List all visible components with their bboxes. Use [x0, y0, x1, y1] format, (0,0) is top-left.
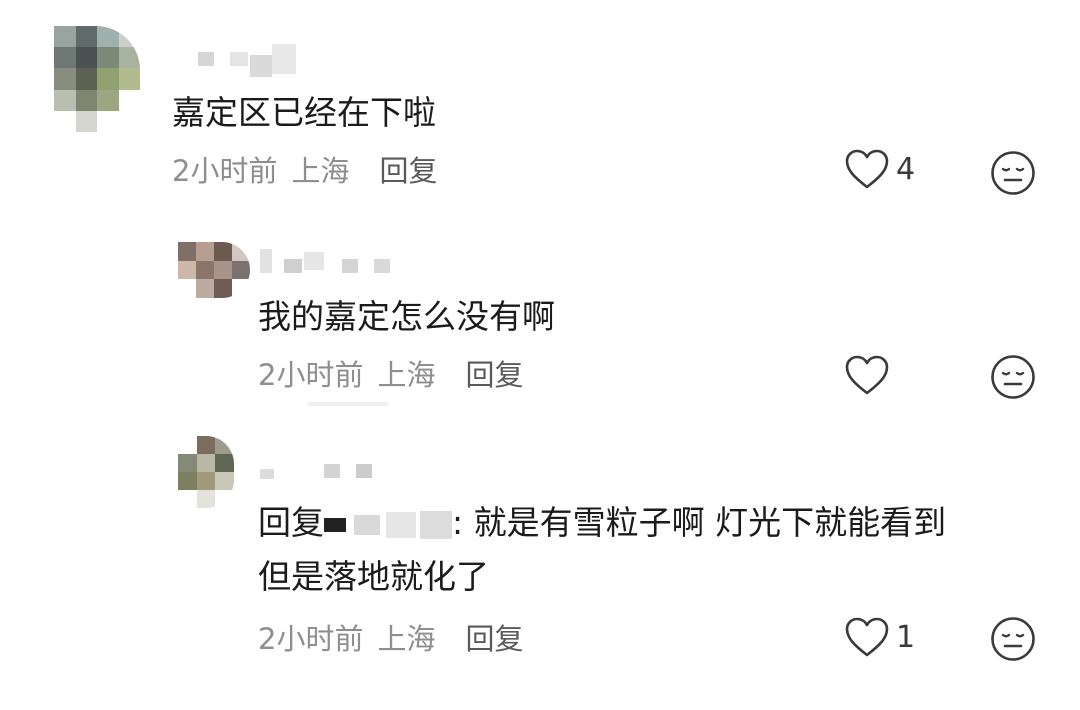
like-count: 1 [896, 619, 916, 655]
comment-3: 回复 : 就是有雪粒子啊 灯光下就能看到 但是落地就化了 2小时前 上海 回复 1 [0, 0, 1080, 710]
comment-text-continued: 但是落地就化了 [258, 557, 489, 596]
redacted-mention[interactable] [324, 517, 346, 532]
redacted-mention [354, 514, 380, 535]
dislike-button[interactable] [990, 616, 1036, 662]
heart-outline-icon [845, 617, 889, 657]
reply-button[interactable]: 回复 [465, 616, 523, 658]
neutral-face-icon [991, 617, 1035, 661]
comment-meta: 2小时前 上海 回复 [258, 616, 523, 658]
redacted-mention [420, 510, 452, 539]
reply-text: : 就是有雪粒子啊 灯光下就能看到 [452, 503, 947, 542]
reply-prefix: 回复 [258, 503, 324, 542]
location: 上海 [377, 622, 436, 656]
timestamp: 2小时前 [258, 622, 364, 656]
avatar[interactable] [178, 436, 234, 508]
like-button[interactable]: 1 [844, 616, 915, 658]
redacted-mention [386, 511, 416, 538]
username-redacted[interactable] [260, 452, 372, 482]
comment-text: 回复 : 就是有雪粒子啊 灯光下就能看到 [258, 498, 946, 548]
